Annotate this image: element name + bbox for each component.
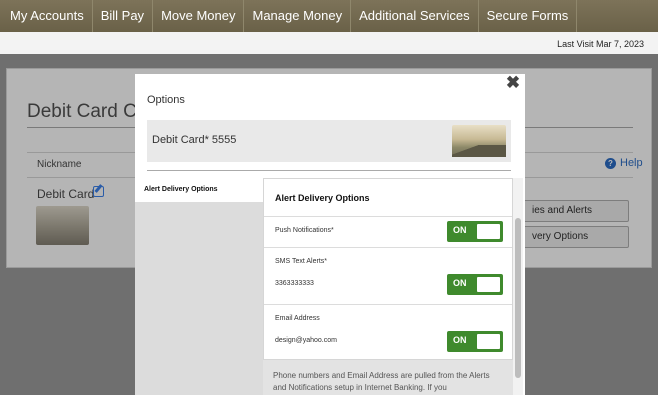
card-nickname: Debit Card [37,187,95,201]
card-summary: Debit Card* 5555 [147,120,511,162]
nav-my-accounts[interactable]: My Accounts [0,0,93,32]
nav-additional-services[interactable]: Additional Services [351,0,479,32]
last-visit-bar: Last Visit Mar 7, 2023 [0,32,658,54]
modal-title: Options [147,94,185,106]
sms-phone-number: 3363333333 [275,280,314,287]
toggle-knob [477,224,500,239]
divider [147,170,511,171]
page-title: Debit Card Co [27,101,148,122]
toggle-state: ON [453,278,467,288]
sms-alerts-label: SMS Text Alerts* [275,258,328,265]
card-image [452,125,506,157]
card-name: Debit Card* 5555 [152,134,237,146]
close-icon[interactable]: ✖ [505,74,521,91]
question-icon: ? [605,157,616,169]
tab-alert-delivery-options[interactable]: Alert Delivery Options [135,178,263,202]
options-content: Alert Delivery Options Push Notification… [263,178,513,395]
delivery-options-button[interactable]: very Options [521,226,629,248]
divider [264,247,512,248]
toggle-state: ON [453,335,467,345]
edit-icon[interactable] [93,186,104,197]
email-address-value: design@yahoo.com [275,337,337,344]
help-label: Help [620,157,643,169]
nav-manage-money[interactable]: Manage Money [244,0,352,32]
options-sidebar: Alert Delivery Options [135,178,263,395]
card-thumbnail-image [36,206,89,245]
nav-move-money[interactable]: Move Money [153,0,245,32]
sms-alerts-toggle[interactable]: ON [447,274,503,295]
nav-bill-pay[interactable]: Bill Pay [93,0,154,32]
divider [264,216,512,217]
nav-secure-forms[interactable]: Secure Forms [479,0,578,32]
email-alerts-toggle[interactable]: ON [447,331,503,352]
notifications-and-alerts-button[interactable]: ies and Alerts [521,200,629,222]
section-title: Alert Delivery Options [275,193,370,203]
top-navigation: My Accounts Bill Pay Move Money Manage M… [0,0,658,32]
last-visit-text: Last Visit Mar 7, 2023 [557,39,644,49]
toggle-knob [477,277,500,292]
alert-delivery-card: Alert Delivery Options Push Notification… [263,178,513,360]
toggle-state: ON [453,225,467,235]
nickname-column-header: Nickname [37,159,82,170]
email-address-label: Email Address [275,315,320,322]
footnote-text: Phone numbers and Email Address are pull… [273,371,490,392]
toggle-knob [477,334,500,349]
options-modal: ✖ Options Debit Card* 5555 Alert Deliver… [135,74,525,395]
scrollbar[interactable] [513,178,523,395]
scrollbar-thumb[interactable] [515,218,521,378]
push-notifications-toggle[interactable]: ON [447,221,503,242]
push-notifications-label: Push Notifications* [275,227,334,234]
help-link[interactable]: ? Help [605,157,643,169]
divider [264,304,512,305]
